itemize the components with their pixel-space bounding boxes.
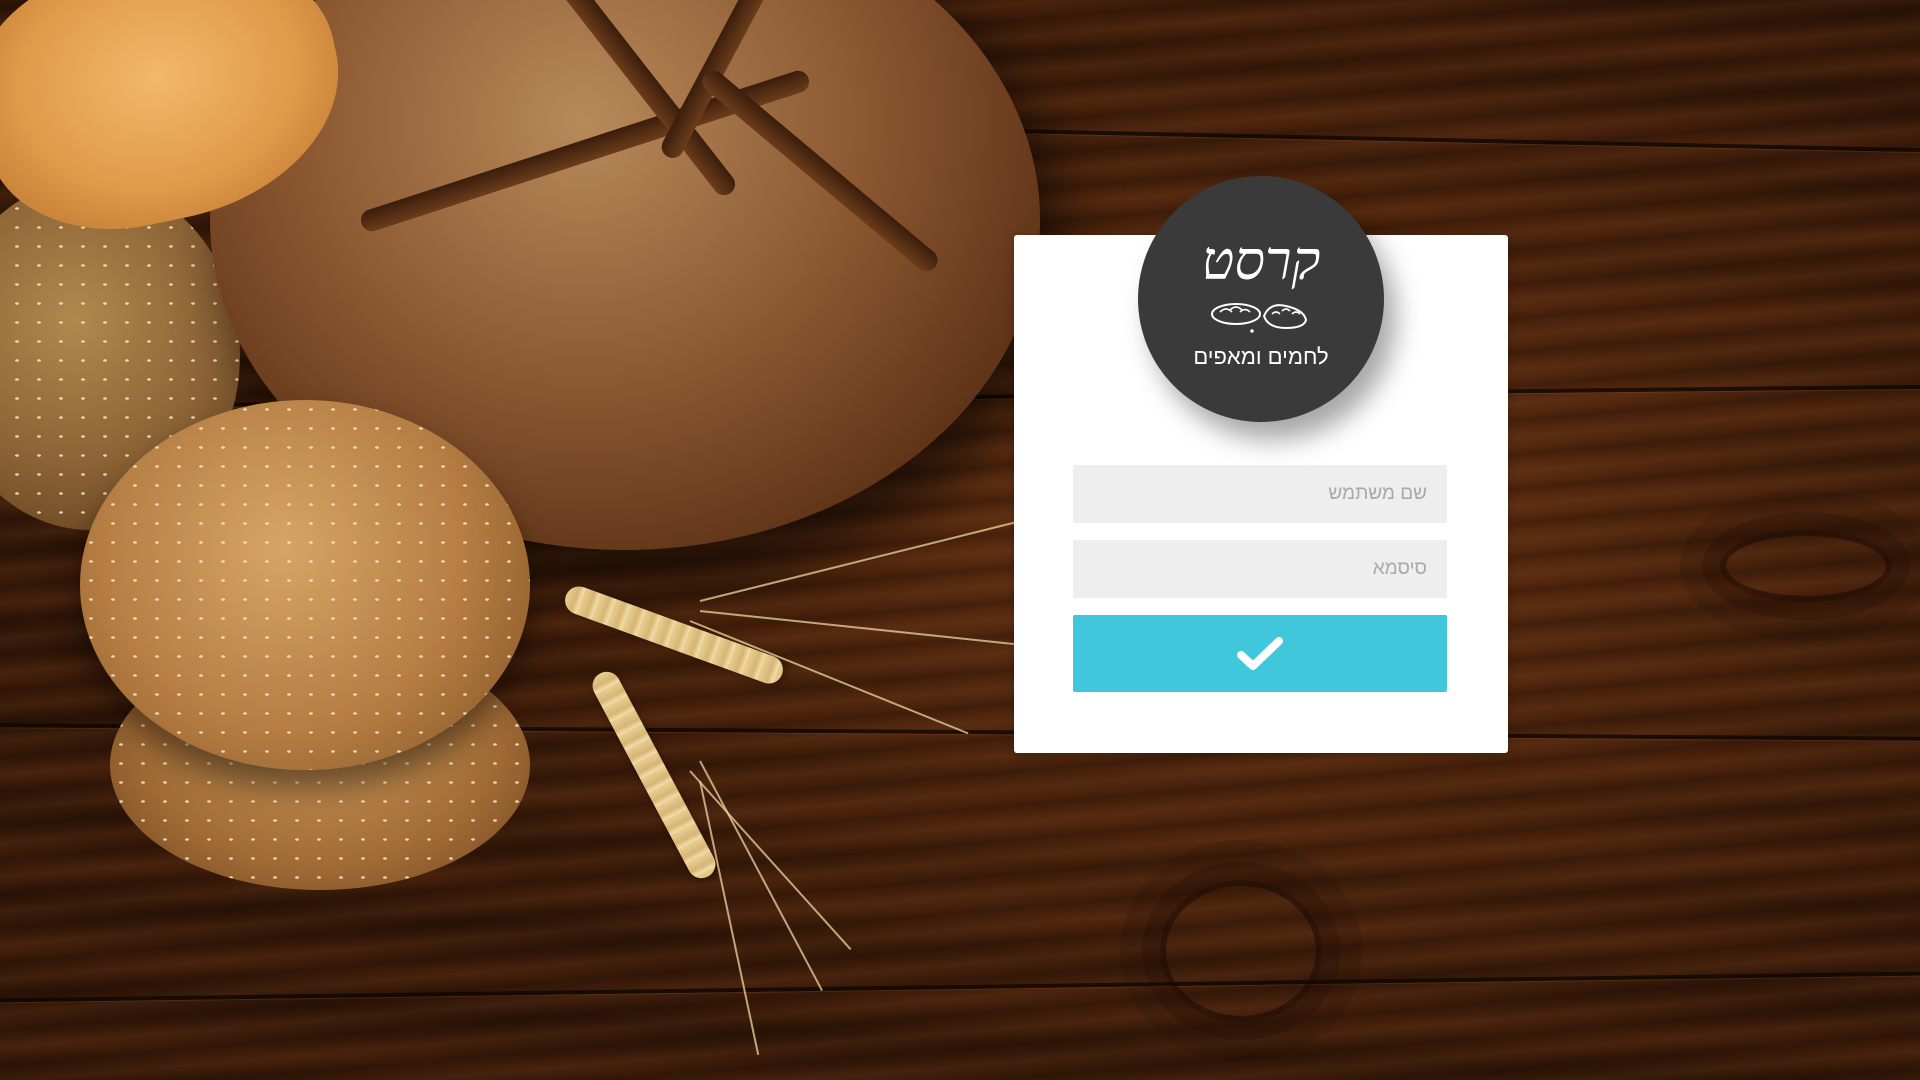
check-icon [1237, 636, 1283, 670]
background-wood-table: קרסט לחמים ומאפים [0, 0, 1920, 1080]
sesame-bun-top [80, 400, 530, 770]
wheat-ear [587, 666, 721, 884]
wood-knot [1160, 880, 1322, 1022]
password-field[interactable] [1073, 540, 1447, 598]
wheat-ear [561, 582, 787, 688]
wood-knot [1720, 530, 1892, 602]
bread-icon [1211, 303, 1308, 333]
brand-wordmark: קרסט [1201, 229, 1321, 292]
plank-seam [0, 971, 1920, 1003]
username-field[interactable] [1073, 465, 1447, 523]
brand-tagline: לחמים ומאפים [1193, 344, 1329, 369]
login-submit-button[interactable] [1073, 615, 1447, 692]
brand-logo: קרסט לחמים ומאפים [1138, 176, 1384, 422]
